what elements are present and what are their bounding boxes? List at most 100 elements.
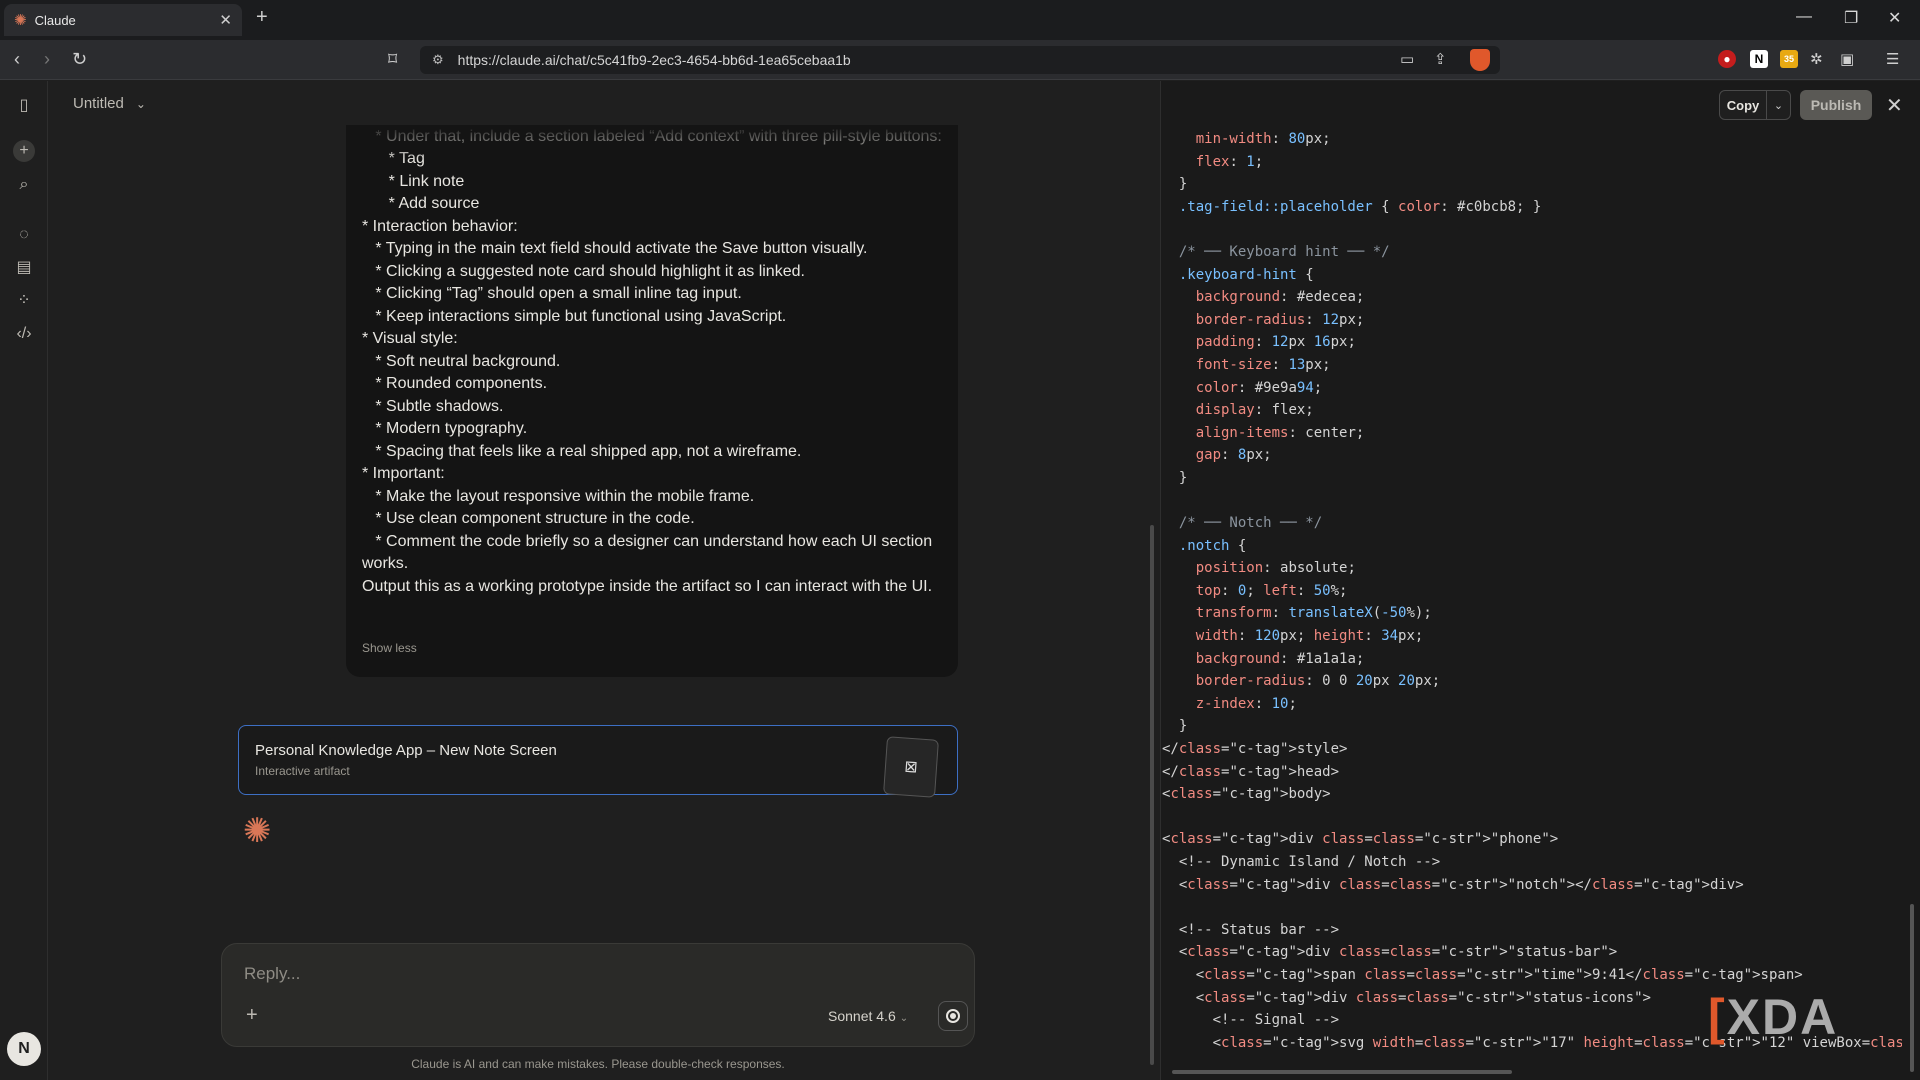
code-line: width: 120px; height: 34px; (1195, 628, 1424, 645)
watermark-bracket-icon: [ (1708, 989, 1727, 1045)
code-line: align-items: center; (1195, 424, 1365, 441)
artifact-title: Personal Knowledge App – New Note Screen (255, 742, 557, 759)
copy-options-chevron-icon[interactable]: ⌄ (1766, 90, 1791, 120)
code-line: font-size: 13px; (1195, 356, 1331, 373)
code-line: color: #9e9a94; (1195, 379, 1323, 396)
chevron-down-icon: ⌄ (135, 97, 146, 111)
code-line: /* ── Notch ── */ (1162, 515, 1323, 532)
artifact-card[interactable]: Personal Knowledge App – New Note Screen… (238, 725, 958, 798)
code-line: padding: 12px 16px; (1195, 334, 1356, 351)
code-line: .keyboard-hint { (1178, 266, 1314, 283)
claude-spark-icon: ✺ (243, 812, 272, 850)
voice-icon (946, 1009, 960, 1023)
extensions-puzzle-icon[interactable]: ✲ (1810, 50, 1823, 68)
code-line: <class="c-tag">div class=class="c-str">"… (1162, 831, 1559, 848)
code-line: <class="c-tag">div class=class="c-str">"… (1162, 944, 1618, 961)
code-line: <!-- Dynamic Island / Notch --> (1162, 854, 1441, 870)
code-line: background: #edecea; (1195, 289, 1365, 306)
new-tab-button[interactable]: + (256, 6, 268, 29)
model-name: Sonnet 4.6 (828, 1008, 896, 1024)
model-selector[interactable]: Sonnet 4.6 ⌄ (828, 1008, 908, 1024)
code-line: <class="c-tag">span class=class="c-str">… (1162, 966, 1803, 983)
brave-shield-icon[interactable] (1470, 49, 1490, 71)
restore-icon[interactable]: ❐ (1844, 8, 1858, 28)
code-icon[interactable]: ‹/› (13, 323, 35, 345)
code-line: min-width: 80px; (1195, 131, 1331, 147)
projects-icon[interactable]: ▤ (13, 257, 35, 279)
code-line: gap: 8px; (1195, 447, 1272, 464)
chat-title-text: Untitled (73, 95, 124, 112)
cast-icon[interactable]: ▭ (1400, 50, 1414, 68)
code-line: border-radius: 12px; (1195, 311, 1365, 328)
share-icon[interactable]: ⇪ (1434, 50, 1447, 68)
code-line: /* ── Keyboard hint ── */ (1162, 243, 1390, 260)
window-close-icon[interactable]: ✕ (1888, 8, 1901, 28)
code-line: } (1162, 718, 1188, 735)
code-line: z-index: 10; (1195, 695, 1297, 712)
sidebar-toggle-icon[interactable]: ▯ (13, 95, 35, 117)
reload-icon[interactable]: ↻ (72, 49, 87, 70)
artifact-subtitle: Interactive artifact (255, 764, 350, 778)
code-line: border-radius: 0 0 20px 20px; (1195, 673, 1441, 690)
voice-mode-button[interactable] (938, 1001, 968, 1031)
extension-badge-icon[interactable]: 35 (1780, 50, 1798, 68)
artifacts-icon[interactable]: ⁘ (13, 290, 35, 312)
publish-button[interactable]: Publish (1800, 90, 1872, 120)
minimize-icon[interactable]: — (1796, 8, 1812, 26)
message-fade (346, 125, 958, 161)
chats-icon[interactable]: ◌ (13, 224, 35, 246)
app-sidebar: ▯ + ⌕ ◌ ▤ ⁘ ‹/› N (0, 81, 48, 1080)
address-bar[interactable]: ⚙ https://claude.ai/chat/c5c41fb9-2ec3-4… (420, 46, 1500, 74)
copy-button[interactable]: Copy (1719, 90, 1767, 120)
disclaimer: Claude is AI and can make mistakes. Plea… (411, 1057, 785, 1071)
code-line: <class="c-tag">body> (1162, 786, 1331, 803)
menu-icon[interactable]: ☰ (1886, 50, 1899, 68)
notion-icon[interactable]: N (1750, 50, 1768, 68)
add-attachment-icon[interactable]: + (246, 1004, 258, 1027)
site-settings-icon[interactable]: ⚙ (432, 52, 444, 68)
sidebar-toggle-icon[interactable]: ▣ (1840, 50, 1854, 68)
code-line: .notch { (1178, 537, 1247, 554)
code-line: display: flex; (1195, 402, 1314, 419)
artifact-thumbnail-icon: ⊠ (883, 736, 939, 798)
reply-input[interactable] (244, 964, 744, 984)
new-chat-icon[interactable]: + (13, 140, 35, 162)
back-icon[interactable]: ‹ (14, 49, 20, 70)
code-line: top: 0; left: 50%; (1195, 582, 1348, 599)
code-line: flex: 1; (1195, 153, 1264, 170)
code-horizontal-scrollbar[interactable] (1172, 1070, 1512, 1074)
browser-tab[interactable]: ✺ Claude ✕ (4, 4, 242, 36)
code-line: } (1162, 176, 1188, 193)
code-line: <!-- Status bar --> (1162, 921, 1340, 938)
url-text: https://claude.ai/chat/c5c41fb9-2ec3-465… (457, 52, 851, 68)
avatar[interactable]: N (7, 1032, 41, 1066)
code-line: transform: translateX(-50%); (1195, 605, 1432, 622)
search-icon[interactable]: ⌕ (13, 174, 35, 196)
close-panel-icon[interactable]: ✕ (1886, 93, 1903, 118)
tab-close-icon[interactable]: ✕ (219, 11, 232, 29)
chevron-down-icon: ⌄ (899, 1013, 909, 1024)
code-line: position: absolute; (1195, 560, 1356, 577)
panel-resize-handle[interactable] (1150, 525, 1154, 1065)
user-message: notes represented as rounded cards with … (346, 125, 958, 677)
reply-composer: + Sonnet 4.6⌄ (221, 943, 975, 1047)
forward-icon[interactable]: › (44, 49, 50, 70)
code-line: </class="c-tag">style> (1162, 741, 1348, 758)
tab-title: Claude (34, 12, 76, 28)
chat-title[interactable]: Untitled ⌄ (73, 95, 146, 112)
code-line: } (1162, 469, 1188, 486)
bookmark-icon[interactable]: ⌑ (388, 49, 397, 70)
browser-tabbar: ✺ Claude ✕ + — ❐ ✕ (0, 0, 1920, 40)
claude-logo-icon: ✺ (14, 12, 27, 29)
code-vertical-scrollbar[interactable] (1910, 904, 1914, 1072)
code-view[interactable]: min-width: 80px; flex: 1; } .tag-field::… (1162, 128, 1902, 1068)
xda-watermark: [XDA (1708, 988, 1838, 1046)
user-message-text: notes represented as rounded cards with … (362, 128, 942, 595)
show-less-link[interactable]: Show less (362, 641, 417, 655)
extension-red-icon[interactable]: ● (1718, 50, 1736, 68)
watermark-text: XDA (1726, 989, 1839, 1045)
code-line: <class="c-tag">div class=class="c-str">"… (1162, 876, 1744, 893)
